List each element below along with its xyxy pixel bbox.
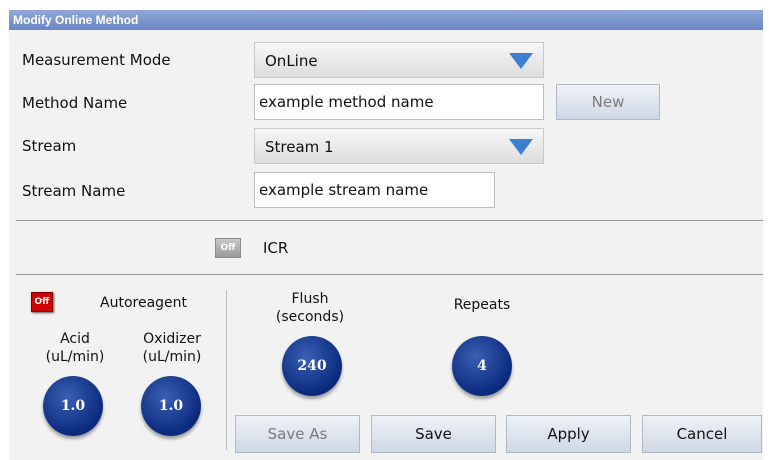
acid-label-unit: (uL/min) <box>45 349 105 365</box>
method-name-input[interactable]: example method name <box>254 84 544 120</box>
new-button[interactable]: New <box>556 84 660 120</box>
divider <box>16 274 763 275</box>
flush-dial[interactable]: 240 <box>282 336 342 396</box>
measurement-mode-label: Measurement Mode <box>22 51 171 69</box>
measurement-mode-value: OnLine <box>265 52 318 70</box>
repeats-dial[interactable]: 4 <box>452 336 512 396</box>
save-as-button[interactable]: Save As <box>235 415 360 453</box>
measurement-mode-select[interactable]: OnLine <box>254 42 544 78</box>
oxidizer-dial[interactable]: 1.0 <box>141 376 201 436</box>
save-button[interactable]: Save <box>371 415 496 453</box>
window-title: Modify Online Method <box>9 10 763 30</box>
divider <box>16 220 763 221</box>
chevron-down-icon <box>509 139 533 155</box>
measurement-mode-dropdown-button[interactable] <box>499 43 543 77</box>
flush-label: Flush (seconds) <box>265 290 355 326</box>
stream-value: Stream 1 <box>265 138 334 156</box>
chevron-down-icon <box>509 53 533 69</box>
icr-label: ICR <box>263 239 289 257</box>
stream-dropdown-button[interactable] <box>499 129 543 163</box>
method-name-label: Method Name <box>22 94 128 112</box>
cancel-button[interactable]: Cancel <box>642 415 762 453</box>
stream-name-input[interactable]: example stream name <box>254 172 495 208</box>
stream-label: Stream <box>22 137 77 155</box>
oxidizer-label: Oxidizer (uL/min) <box>130 330 214 366</box>
stream-name-label: Stream Name <box>22 182 126 200</box>
acid-dial[interactable]: 1.0 <box>43 376 103 436</box>
autoreagent-toggle[interactable]: Off <box>31 292 53 312</box>
repeats-label: Repeats <box>453 297 511 313</box>
oxidizer-label-unit: (uL/min) <box>142 349 202 365</box>
oxidizer-label-name: Oxidizer <box>143 331 201 347</box>
autoreagent-label: Autoreagent <box>100 295 188 311</box>
stream-select[interactable]: Stream 1 <box>254 128 544 164</box>
flush-label-unit: (seconds) <box>275 309 345 325</box>
acid-label-name: Acid <box>60 331 90 347</box>
section-divider <box>226 290 227 450</box>
apply-button[interactable]: Apply <box>506 415 631 453</box>
flush-label-name: Flush <box>291 291 329 307</box>
acid-label: Acid (uL/min) <box>35 330 115 366</box>
icr-toggle[interactable]: Off <box>215 238 241 258</box>
